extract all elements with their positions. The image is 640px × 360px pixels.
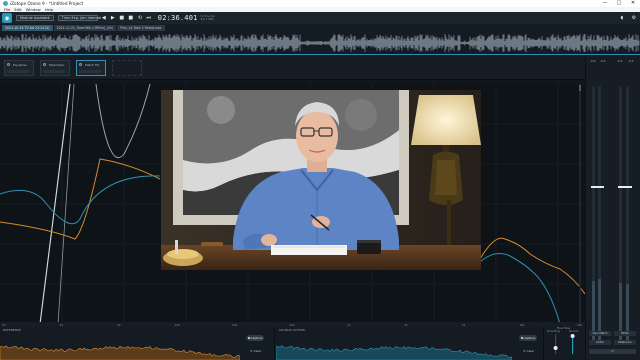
eq-smoothed-curve	[95, 84, 151, 159]
capture-dot-icon	[520, 337, 523, 339]
transport-right: ◖ ⚙	[616, 15, 640, 21]
smoothing-slider-handle[interactable]	[553, 346, 558, 350]
gain-match-button[interactable]: Gain Match	[589, 331, 611, 336]
output-meter-right	[626, 86, 629, 341]
minimize-button[interactable]: —	[598, 0, 612, 7]
reference-panel: REFERENCE Capture ✕ Clear	[0, 327, 275, 360]
track-name-field[interactable]: Time Exp, Join Interval	[57, 15, 101, 21]
module-label: Equalizer	[13, 62, 27, 67]
settings-icon[interactable]: ⚙	[631, 15, 637, 21]
input-meter-left	[592, 86, 595, 341]
ozone-logo-icon[interactable]: ◉	[2, 13, 12, 23]
reference-button[interactable]: Reference	[614, 340, 636, 345]
waveform-overview[interactable]: 2021-10-15 TV Ad 23:14 (2) 2021-11-01_Te…	[0, 24, 640, 55]
amount-label: Amount	[569, 330, 579, 333]
clip-tab-2[interactable]: 2021-11-01_TeamTalk (Offline)_(hh)	[53, 25, 117, 31]
source-capture-label: Capture	[523, 336, 536, 340]
module-match-eq[interactable]: Match EQ	[76, 60, 106, 76]
source-clear-button[interactable]: ✕ Clear	[523, 349, 534, 353]
io-meters: -0.9 -0.9 -0.3 -0.3 Gain Match Dither Co…	[585, 56, 640, 360]
reference-clear-button[interactable]: ✕ Clear	[250, 349, 261, 353]
clip-tab-3[interactable]: Pres_v4 Take 2 Ready.wav	[117, 25, 165, 31]
power-icon[interactable]	[43, 63, 46, 66]
source-curve	[0, 175, 161, 225]
capture-area: REFERENCE Capture ✕ Clear SOURCE (ACTIVE…	[0, 327, 585, 360]
input-meter-right	[598, 86, 601, 341]
reference-spectrum-fill	[0, 345, 240, 360]
rewind-icon[interactable]: ◀	[101, 15, 107, 21]
source-panel: SOURCE (ACTIVE) Capture ✕ Clear	[276, 327, 544, 360]
output-fader-handle[interactable]	[618, 186, 625, 188]
output-fader-handle[interactable]	[625, 186, 632, 188]
module-meter	[43, 70, 65, 73]
source-spectrum	[276, 345, 512, 360]
amount-slider-handle[interactable]	[570, 334, 575, 338]
skip-end-icon[interactable]: ⏭	[146, 15, 152, 21]
module-label: Maximizer	[49, 62, 65, 67]
source-clear-label: Clear	[526, 349, 535, 353]
module-meter	[7, 70, 29, 73]
loop-icon[interactable]: ⟲	[137, 15, 143, 21]
meter-peak-3: -0.3	[617, 59, 623, 63]
playhead-line	[0, 54, 640, 55]
time-format[interactable]: h:m:s.ms 44.1 kHz	[200, 14, 215, 22]
speaker-icon[interactable]: ◖	[619, 15, 625, 21]
presenter-video-frame	[161, 90, 481, 270]
bypass-button[interactable]: ⏻	[589, 349, 636, 354]
power-icon[interactable]	[79, 63, 82, 66]
meter-peak-4: -0.3	[628, 59, 634, 63]
reference-capture-button[interactable]: Capture	[246, 335, 264, 341]
bypass-icon: ⏻	[611, 350, 614, 353]
vertical-scrollbar[interactable]	[578, 84, 582, 322]
sample-rate-label: 44.1 kHz	[200, 17, 214, 21]
close-button[interactable]: ✕	[626, 0, 640, 7]
source-capture-button[interactable]: Capture	[519, 335, 537, 341]
dither-button[interactable]: Dither	[614, 331, 636, 336]
smoothing-label: Smoothing	[547, 330, 560, 333]
add-module-slot[interactable]	[112, 60, 142, 76]
reference-curve	[0, 158, 161, 240]
video-overlay	[161, 90, 481, 270]
transport-bar: ◉ Module Assistant Time Exp, Join Interv…	[0, 12, 640, 24]
meter-peak-2: -0.9	[600, 59, 606, 63]
clip-tab-1[interactable]: 2021-10-15 TV Ad 23:14 (2)	[2, 25, 53, 31]
module-meter	[79, 70, 101, 73]
module-rack: Equalizer Maximizer Match EQ	[0, 56, 585, 80]
reference-capture-label: Capture	[250, 336, 263, 340]
stop-icon[interactable]: ■	[119, 15, 125, 21]
module-label: Match EQ	[85, 62, 100, 67]
codec-button[interactable]: Codec	[589, 340, 611, 345]
meter-peak-1: -0.9	[590, 59, 596, 63]
app-icon	[3, 1, 8, 6]
clip-tabs: 2021-10-15 TV Ad 23:14 (2) 2021-11-01_Te…	[2, 25, 166, 31]
window-controls: — □ ✕	[598, 0, 640, 7]
capture-dot-icon	[247, 337, 250, 339]
reference-spectrum	[0, 345, 240, 360]
input-fader-handle[interactable]	[597, 186, 604, 188]
timecode-display: 02:36.401	[157, 14, 198, 22]
maximize-button[interactable]: □	[612, 0, 626, 7]
power-icon[interactable]	[7, 63, 10, 66]
module-maximizer[interactable]: Maximizer	[40, 60, 70, 76]
overview-waveform[interactable]	[0, 32, 640, 54]
play-icon[interactable]: ▶	[110, 15, 116, 21]
source-spectrum-fill	[276, 345, 512, 360]
window-title: iZotope Ozone 9 - *Untitled Project	[10, 1, 84, 6]
reference-clear-label: Clear	[253, 349, 262, 353]
module-assistant-button[interactable]: Module Assistant	[16, 15, 54, 21]
fine-tune-panel: Fine Tune Smoothing Amount	[544, 324, 585, 360]
title-bar: iZotope Ozone 9 - *Untitled Project — □ …	[0, 0, 640, 7]
record-icon[interactable]: ■	[128, 15, 134, 21]
output-meter-left	[619, 86, 622, 341]
module-equalizer[interactable]: Equalizer	[4, 60, 34, 76]
